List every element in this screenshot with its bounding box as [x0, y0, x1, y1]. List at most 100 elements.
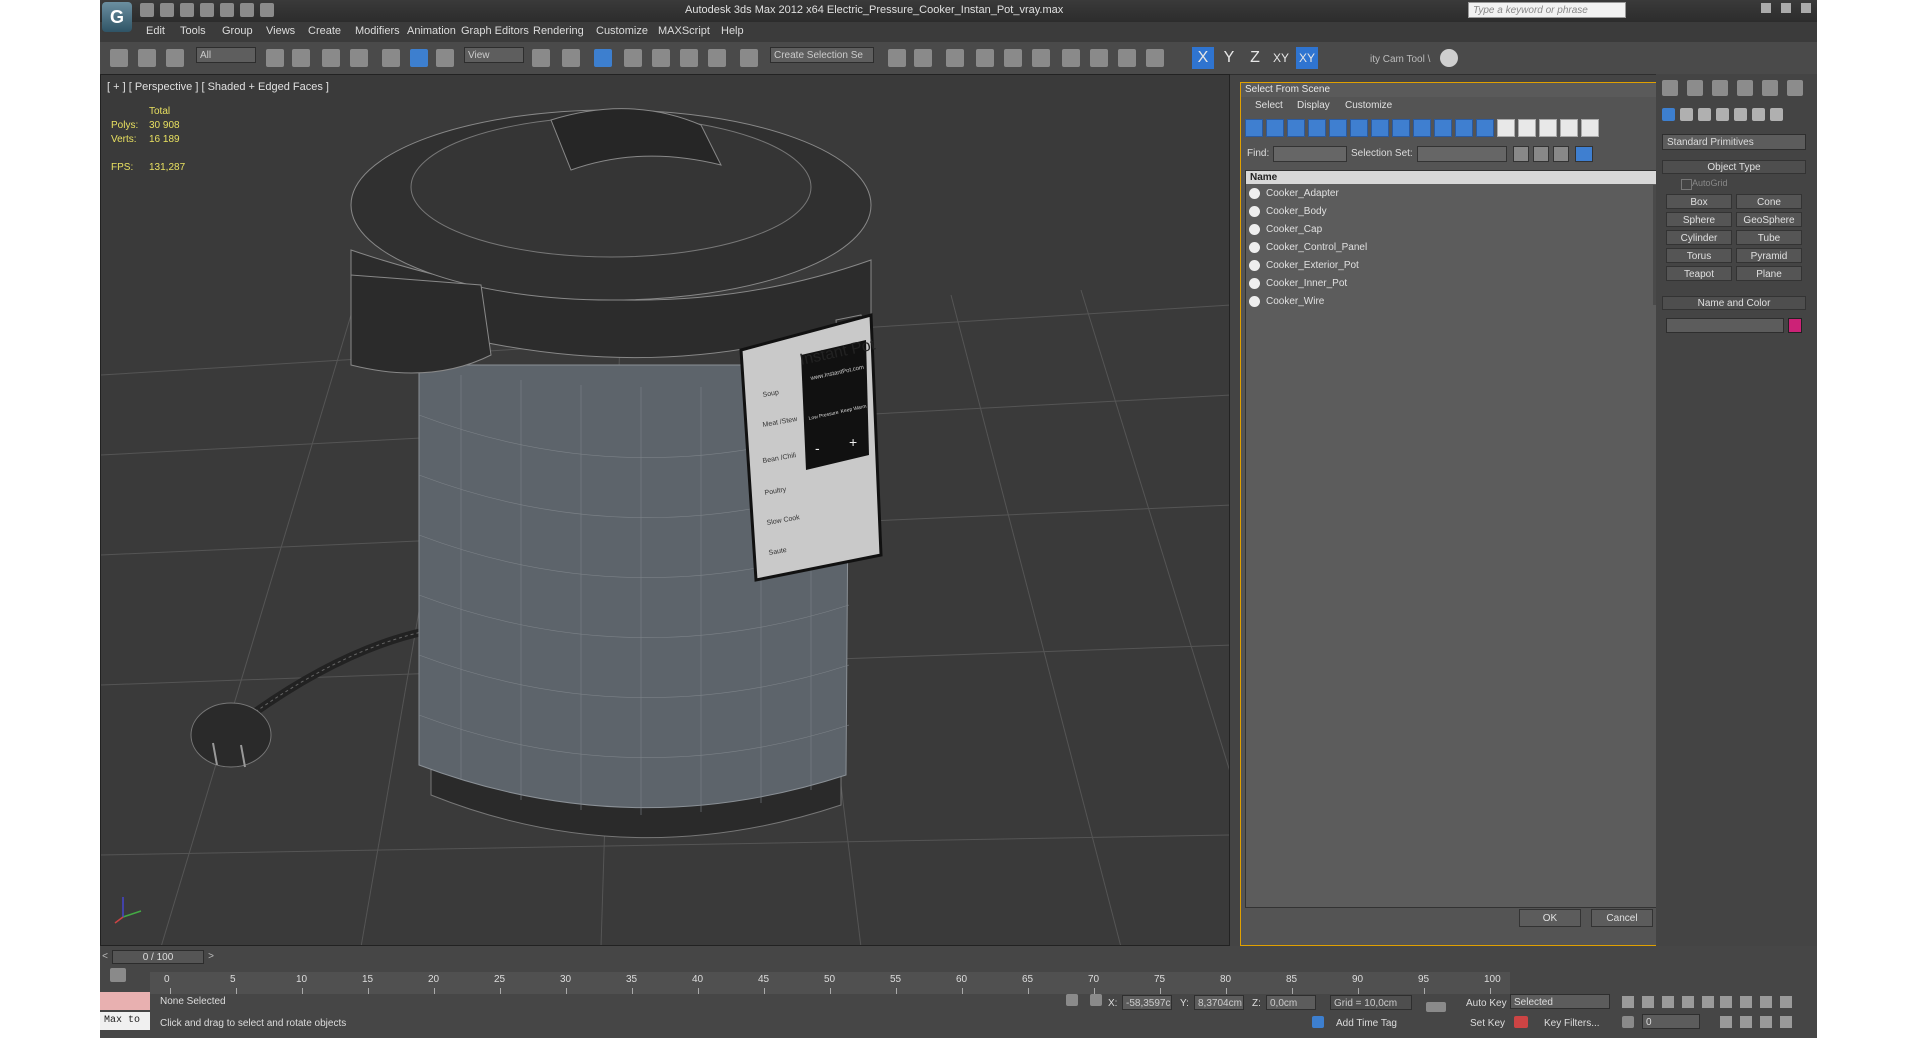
time-slider[interactable]: 0 / 100 [112, 950, 204, 964]
restore-icon[interactable] [1781, 3, 1791, 13]
camera-tools-icon[interactable] [1440, 49, 1458, 67]
primitive-category-dropdown[interactable]: Standard Primitives [1662, 134, 1806, 150]
name-and-color-rollout[interactable]: Name and Color [1662, 296, 1806, 310]
camera-tools-label[interactable]: ity Cam Tool \ [1370, 54, 1430, 65]
dialog-title[interactable]: Select From Scene [1241, 83, 1669, 97]
select-manipulate-icon[interactable] [562, 49, 580, 67]
cylinder-button[interactable]: Cylinder [1666, 230, 1732, 245]
dialog-menu-select[interactable]: Select [1255, 100, 1283, 111]
scale-icon[interactable] [436, 49, 454, 67]
select-all-icon[interactable] [1497, 119, 1515, 137]
display-tab-icon[interactable] [1762, 80, 1778, 96]
constraint-xy-plane-button[interactable]: XY [1296, 47, 1318, 69]
move-icon[interactable] [382, 49, 400, 67]
selection-set-remove-icon[interactable] [1533, 146, 1549, 162]
filter-xrefs-icon[interactable] [1392, 119, 1410, 137]
go-to-end-icon[interactable] [1702, 996, 1714, 1008]
perspective-viewport[interactable]: Instant Pot www.InstantPot.com Low Press… [100, 74, 1230, 946]
selection-set-dropdown[interactable] [1417, 146, 1507, 162]
select-by-name-icon[interactable] [292, 49, 310, 67]
pyramid-button[interactable]: Pyramid [1736, 248, 1802, 263]
list-item[interactable]: Cooker_Wire [1246, 293, 1654, 310]
list-item[interactable]: Cooker_Exterior_Pot [1246, 257, 1654, 274]
absolute-mode-icon[interactable] [1090, 994, 1102, 1006]
cancel-button[interactable]: Cancel [1591, 909, 1653, 927]
menu-group[interactable]: Group [222, 25, 253, 37]
undo-icon[interactable] [200, 3, 214, 17]
spinner-snap-icon[interactable] [708, 49, 726, 67]
dialog-menu-display[interactable]: Display [1297, 100, 1330, 111]
play-icon[interactable] [1662, 996, 1674, 1008]
helpers-category-icon[interactable] [1734, 108, 1747, 121]
close-icon[interactable] [1801, 3, 1811, 13]
filter-bones-icon[interactable] [1413, 119, 1431, 137]
filter-frozen-icon[interactable] [1455, 119, 1473, 137]
torus-button[interactable]: Torus [1666, 248, 1732, 263]
redo-icon[interactable] [220, 3, 234, 17]
constraint-z-button[interactable]: Z [1244, 47, 1266, 69]
key-mode-dropdown[interactable]: Selected [1510, 994, 1610, 1009]
mini-curve-editor-icon[interactable] [110, 968, 126, 982]
filter-groups-icon[interactable] [1371, 119, 1389, 137]
cameras-category-icon[interactable] [1716, 108, 1729, 121]
cone-button[interactable]: Cone [1736, 194, 1802, 209]
dialog-menu-customize[interactable]: Customize [1345, 100, 1392, 111]
select-none-icon[interactable] [1518, 119, 1536, 137]
auto-key-button[interactable]: Auto Key [1466, 998, 1507, 1009]
go-to-start-icon[interactable] [1622, 996, 1634, 1008]
render-setup-icon[interactable] [1090, 49, 1108, 67]
bind-space-warp-icon[interactable] [166, 49, 184, 67]
next-frame-icon[interactable] [1682, 996, 1694, 1008]
key-icon[interactable] [1514, 1016, 1528, 1028]
select-and-link-icon[interactable] [110, 49, 128, 67]
graphite-ribbon-icon[interactable] [976, 49, 994, 67]
box-button[interactable]: Box [1666, 194, 1732, 209]
save-file-icon[interactable] [180, 3, 194, 17]
unlink-icon[interactable] [138, 49, 156, 67]
sync-selection-icon[interactable] [1560, 119, 1578, 137]
menu-maxscript[interactable]: MAXScript [658, 25, 710, 37]
selection-set-options-icon[interactable] [1575, 146, 1593, 162]
modify-tab-icon[interactable] [1687, 80, 1703, 96]
layer-manager-icon[interactable] [946, 49, 964, 67]
hierarchy-tab-icon[interactable] [1712, 80, 1728, 96]
project-folder-icon[interactable] [240, 3, 254, 17]
open-file-icon[interactable] [160, 3, 174, 17]
zoom-all-icon[interactable] [1740, 996, 1752, 1008]
menu-animation[interactable]: Animation [407, 25, 456, 37]
zoom-icon[interactable] [1720, 996, 1732, 1008]
list-item[interactable]: Cooker_Control_Panel [1246, 239, 1654, 256]
window-crossing-icon[interactable] [350, 49, 368, 67]
schematic-view-icon[interactable] [1032, 49, 1050, 67]
list-item[interactable]: Cooker_Body [1246, 203, 1654, 220]
geometry-category-icon[interactable] [1662, 108, 1675, 121]
x-coord-input[interactable]: -58,3597c [1122, 995, 1172, 1010]
time-tag-icon[interactable] [1312, 1016, 1324, 1028]
minimize-icon[interactable] [1761, 3, 1771, 13]
time-slider-next[interactable]: > [206, 950, 216, 964]
previous-frame-icon[interactable] [1642, 996, 1654, 1008]
mirror-icon[interactable] [888, 49, 906, 67]
find-input[interactable] [1273, 146, 1347, 162]
filter-hidden-icon[interactable] [1476, 119, 1494, 137]
key-filters-button[interactable]: Key Filters... [1544, 1018, 1600, 1029]
menu-create[interactable]: Create [308, 25, 341, 37]
add-time-tag-button[interactable]: Add Time Tag [1336, 1018, 1397, 1029]
rotate-icon[interactable] [410, 49, 428, 67]
selection-filter-dropdown[interactable]: All [196, 47, 256, 63]
object-type-rollout[interactable]: Object Type [1662, 160, 1806, 174]
set-key-icon[interactable] [1426, 1002, 1446, 1012]
ok-button[interactable]: OK [1519, 909, 1581, 927]
menu-modifiers[interactable]: Modifiers [355, 25, 400, 37]
reference-coordinate-dropdown[interactable]: View [464, 47, 524, 63]
orbit-icon[interactable] [1760, 1016, 1772, 1028]
selection-set-add-icon[interactable] [1513, 146, 1529, 162]
zoom-extents-icon[interactable] [1760, 996, 1772, 1008]
lock-selection-icon[interactable] [1066, 994, 1078, 1006]
y-coord-input[interactable]: 8,3704cm [1194, 995, 1244, 1010]
curve-editor-icon[interactable] [1004, 49, 1022, 67]
teapot-button[interactable]: Teapot [1666, 266, 1732, 281]
material-editor-icon[interactable] [1062, 49, 1080, 67]
filter-helpers-icon[interactable] [1329, 119, 1347, 137]
plane-button[interactable]: Plane [1736, 266, 1802, 281]
